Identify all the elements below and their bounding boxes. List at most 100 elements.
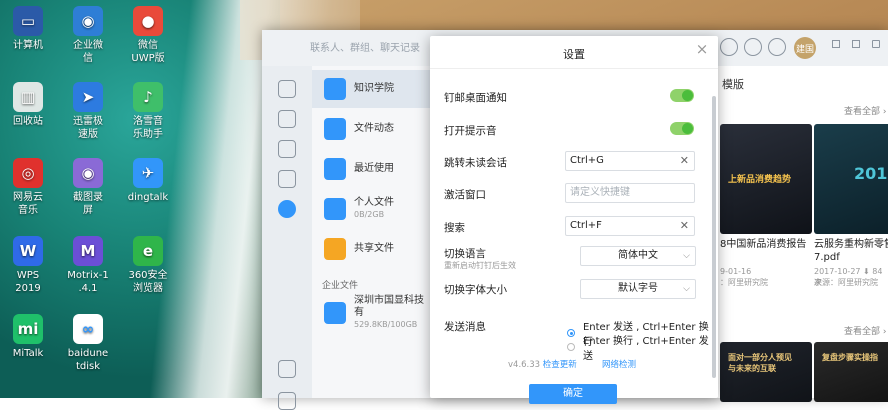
desktop-icon[interactable]: ✈ dingtalk: [120, 158, 176, 204]
sound-toggle[interactable]: [670, 122, 694, 135]
avatar[interactable]: 建国: [794, 37, 816, 59]
person-icon: [324, 198, 346, 220]
app-icon: ●: [133, 6, 163, 36]
desktop-icon[interactable]: M Motrix-1 .4.1: [60, 236, 116, 295]
list-item-shared-files[interactable]: 共享文件: [312, 230, 432, 268]
desktop-icon[interactable]: ∞ baidune tdisk: [60, 314, 116, 373]
list-item-label: 文件动态: [354, 123, 394, 134]
minimize-icon[interactable]: [832, 40, 840, 48]
folder-icon: [324, 302, 346, 324]
font-size-label: 切换字体大小: [444, 284, 507, 296]
activate-window-hotkey-input[interactable]: 请定义快捷键: [565, 183, 695, 203]
doc-cover[interactable]: 上新品消费趋势: [720, 124, 812, 234]
app-icon: ◉: [73, 6, 103, 36]
divider: [430, 68, 718, 69]
cloud-disk-icon[interactable]: [278, 200, 296, 218]
check-update-link[interactable]: 检查更新: [543, 360, 577, 370]
grid-icon[interactable]: [278, 360, 296, 378]
hotkey-value: Ctrl+G: [570, 155, 604, 166]
close-icon[interactable]: [872, 40, 880, 48]
app-icon: mi: [13, 314, 43, 344]
desktop-icon[interactable]: ➤ 迅雷极 速版: [60, 82, 116, 141]
desktop-icon-label: 回收站: [13, 116, 43, 127]
app-icon: ▥: [13, 82, 43, 112]
app-icon: ▭: [13, 6, 43, 36]
maximize-icon[interactable]: [852, 40, 860, 48]
list-item-personal-files[interactable]: 个人文件 0B/2GB: [312, 190, 432, 228]
view-all-link[interactable]: 查看全部 ›: [844, 324, 886, 337]
sound-label: 打开提示音: [444, 125, 497, 137]
scrollbar[interactable]: [712, 96, 716, 378]
dingtalk-nav-rail: [262, 66, 312, 410]
desktop-icon[interactable]: ● 微信 UWP版: [120, 6, 176, 65]
desktop-icon[interactable]: ◎ 网易云 音乐: [0, 158, 56, 217]
dingtalk-search-input[interactable]: 联系人、群组、聊天记录: [310, 39, 440, 57]
desktop-icon[interactable]: mi MiTalk: [0, 314, 56, 360]
chevron-down-icon: ⌵: [683, 251, 690, 261]
desktop-icon[interactable]: ▭ 计算机: [0, 6, 56, 52]
desktop-icon-label: 截图录 屏: [73, 192, 103, 216]
mail-notify-toggle[interactable]: [670, 89, 694, 102]
tab-templates[interactable]: 模版: [722, 76, 744, 92]
doc-cover-text: 面对一部分人预见 与未来的互联: [728, 353, 792, 373]
app-icon: ♪: [133, 82, 163, 112]
clear-icon[interactable]: ✕: [680, 152, 689, 170]
doc-cover[interactable]: 复盘步骤实操指: [814, 342, 888, 402]
desktop-icon-label: 企业微 信: [73, 40, 103, 64]
search-hotkey-input[interactable]: Ctrl+F ✕: [565, 216, 695, 236]
doc-cover[interactable]: 面对一部分人预见 与未来的互联: [720, 342, 812, 402]
desktop-icon-label: Motrix-1 .4.1: [67, 270, 109, 294]
app-icon: ∞: [73, 314, 103, 344]
clock-icon[interactable]: [720, 38, 738, 56]
list-item-enterprise[interactable]: 深圳市国显科技有 529.8KB/100GB: [312, 294, 432, 332]
desktop-icon[interactable]: W WPS 2019: [0, 236, 56, 295]
message-icon[interactable]: [278, 80, 296, 98]
close-icon[interactable]: ×: [694, 41, 710, 57]
doc-source: 来源：阿里研究院: [814, 278, 878, 287]
app-icon: ◉: [73, 158, 103, 188]
list-item-recent[interactable]: 最近使用: [312, 150, 432, 188]
doc-cover[interactable]: 2017: [814, 124, 888, 234]
font-size-select[interactable]: 默认字号 ⌵: [580, 279, 696, 299]
app-icon: ➤: [73, 82, 103, 112]
view-all-link[interactable]: 查看全部 ›: [844, 104, 886, 117]
cloud-icon[interactable]: [768, 38, 786, 56]
desktop-icon[interactable]: ◉ 企业微 信: [60, 6, 116, 65]
font-size-value: 默认字号: [618, 283, 658, 294]
pin-icon[interactable]: [278, 110, 296, 128]
desktop-icon-label: MiTalk: [12, 348, 44, 359]
version-info: v4.6.33 检查更新: [508, 358, 577, 370]
apps-icon[interactable]: [744, 38, 762, 56]
contacts-icon[interactable]: [278, 140, 296, 158]
desktop-icon[interactable]: ▥ 回收站: [0, 82, 56, 128]
clear-icon[interactable]: ✕: [680, 217, 689, 235]
activate-window-label: 激活窗口: [444, 189, 486, 201]
app-icon: ◎: [13, 158, 43, 188]
send-message-label: 发送消息: [444, 321, 486, 333]
language-select[interactable]: 简体中文 ⌵: [580, 246, 696, 266]
window-controls: [832, 40, 880, 48]
jump-unread-label: 跳转未读会话: [444, 157, 507, 169]
desktop-icon[interactable]: e 360安全 浏览器: [120, 236, 176, 295]
list-item-file-activity[interactable]: 文件动态: [312, 110, 432, 148]
doc-title: 云服务重构新零售 7.pdf: [814, 239, 888, 263]
phone-icon[interactable]: [278, 170, 296, 188]
enterprise-section-title: 企业文件: [322, 281, 359, 291]
jump-unread-hotkey-input[interactable]: Ctrl+G ✕: [565, 151, 695, 171]
language-value: 简体中文: [618, 250, 658, 261]
hotkey-value: Ctrl+F: [570, 220, 602, 231]
send-option-ctrl-enter[interactable]: Enter 换行 , Ctrl+Enter 发送: [567, 332, 718, 362]
desktop-icon[interactable]: ♪ 洛雪音 乐助手: [120, 82, 176, 141]
dingtalk-file-list: 知识学院 文件动态 最近使用 个人文件 0B/2GB 共享文件 企业文件 深圳市国…: [312, 66, 432, 398]
confirm-button[interactable]: 确定: [529, 384, 617, 404]
app-icon: M: [73, 236, 103, 266]
list-item-knowledge[interactable]: 知识学院: [312, 70, 432, 108]
mail-icon[interactable]: [278, 392, 296, 410]
network-check-link[interactable]: 网络检测: [602, 358, 636, 370]
app-icon: ✈: [133, 158, 163, 188]
desktop-icon[interactable]: ◉ 截图录 屏: [60, 158, 116, 217]
personal-files-label: 个人文件: [354, 197, 394, 208]
desktop-icon-label: 微信 UWP版: [131, 40, 165, 64]
desktop-icon-label: baidune tdisk: [67, 348, 109, 372]
doc-source: ：阿里研究院: [720, 278, 768, 287]
